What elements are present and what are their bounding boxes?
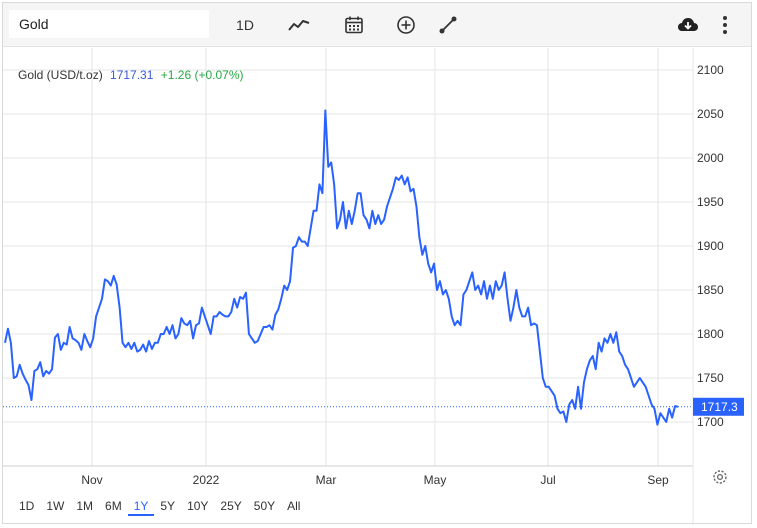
interval-label: 1D [236, 17, 254, 33]
range-button-6m[interactable]: 6M [99, 498, 128, 516]
y-tick-label: 2100 [697, 63, 724, 77]
x-tick-label: Nov [81, 473, 102, 487]
x-tick-label: Sep [647, 473, 669, 487]
grid [3, 48, 693, 466]
y-tick-label: 2050 [697, 107, 724, 121]
x-tick-label: 2022 [193, 473, 220, 487]
x-tick-label: May [424, 473, 447, 487]
gear-icon [713, 470, 727, 484]
compare-button[interactable] [393, 12, 419, 38]
y-tick-label: 1800 [697, 327, 724, 341]
legend-price: 1717.31 [110, 68, 154, 82]
draw-tool-button[interactable] [435, 12, 461, 38]
cloud-download-icon [678, 18, 698, 31]
y-tick-label: 1700 [697, 415, 724, 429]
legend-name: Gold (USD/t.oz) [18, 68, 103, 82]
toolbar: 1D [3, 3, 751, 47]
range-button-1m[interactable]: 1M [70, 498, 99, 516]
range-selector: 1D 1W 1M 6M 1Y 5Y 10Y 25Y 50Y All [13, 498, 306, 516]
range-button-all[interactable]: All [281, 498, 306, 516]
range-button-1y[interactable]: 1Y [127, 498, 155, 516]
download-button[interactable] [675, 12, 701, 38]
symbol-search-input[interactable] [9, 10, 209, 38]
y-tick-label: 1850 [697, 283, 724, 297]
date-range-button[interactable] [341, 12, 367, 38]
y-tick-label: 2000 [697, 151, 724, 165]
y-tick-label: 1950 [697, 195, 724, 209]
range-button-25y[interactable]: 25Y [214, 498, 247, 516]
line-chart-icon [288, 20, 310, 31]
range-button-5y[interactable]: 5Y [154, 498, 181, 516]
settings-button[interactable] [713, 470, 727, 484]
x-axis: Nov 2022 Mar May Jul Sep [3, 465, 693, 487]
draw-line-icon [439, 16, 457, 34]
legend: Gold (USD/t.oz) 1717.31 +1.26 (+0.07%) [18, 68, 244, 82]
range-button-1d[interactable]: 1D [13, 498, 40, 516]
last-price-tag: 1717.3 [693, 397, 744, 416]
x-tick-label: Jul [540, 473, 555, 487]
x-tick-label: Mar [316, 473, 337, 487]
interval-button[interactable]: 1D [228, 12, 262, 38]
range-button-1w[interactable]: 1W [40, 498, 70, 516]
y-tick-label: 1900 [697, 239, 724, 253]
chart-widget: 1D [2, 2, 752, 525]
calendar-icon [345, 16, 363, 34]
range-button-10y[interactable]: 10Y [181, 498, 214, 516]
y-tick-label: 1750 [697, 371, 724, 385]
legend-change: +1.26 (+0.07%) [161, 68, 244, 82]
plus-circle-icon [397, 16, 415, 34]
range-button-50y[interactable]: 50Y [248, 498, 281, 516]
y-axis: 1700 1750 1800 1850 1900 1950 2000 2050 2100 [692, 48, 724, 525]
more-options-button[interactable] [715, 12, 735, 38]
last-price-value: 1717.3 [701, 400, 738, 414]
price-chart[interactable]: Nov 2022 Mar May Jul Sep 1700 1750 1800 1850 1900… [3, 48, 751, 525]
more-vertical-icon [723, 16, 727, 34]
chart-type-button[interactable] [285, 12, 313, 38]
